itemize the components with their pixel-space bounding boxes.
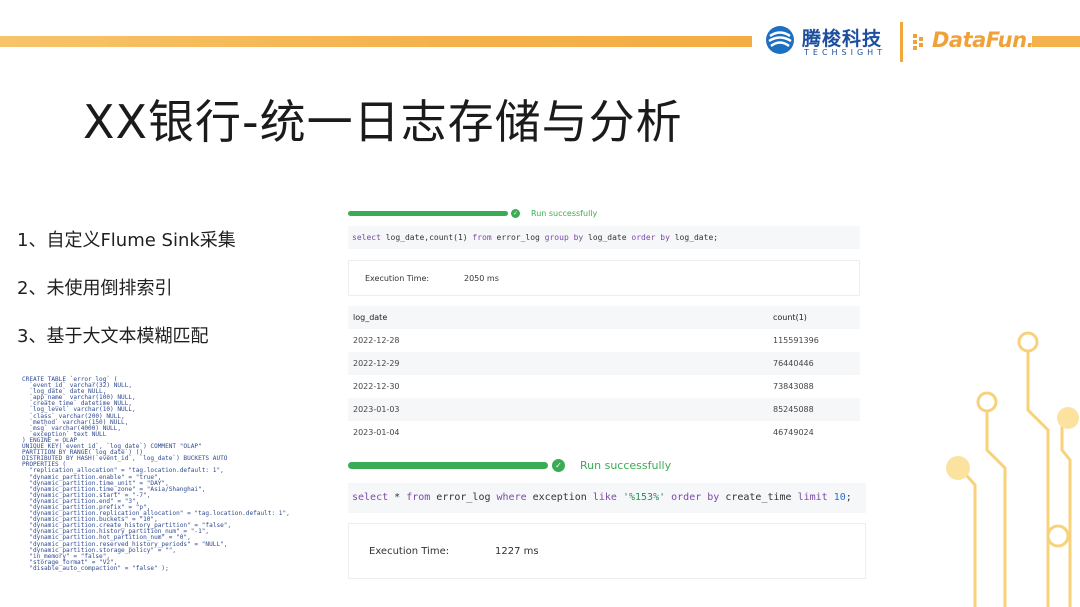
cell-count: 46749024 <box>773 428 814 437</box>
table-row: 2023-01-03 85245088 <box>348 398 860 421</box>
sql-keyword: order by <box>631 233 670 242</box>
bullet-list: 1、自定义Flume Sink采集 2、未使用倒排索引 3、基于大文本模糊匹配 <box>17 226 236 370</box>
sql-text: log_date <box>583 233 632 242</box>
bullet-item: 3、基于大文本模糊匹配 <box>17 326 209 347</box>
sql-keyword: select <box>352 492 389 503</box>
sql-keyword: select <box>352 233 381 242</box>
header-accent-bar <box>0 36 752 47</box>
ddl-code-block: CREATE TABLE `error_log` ( `event_id` va… <box>22 376 322 572</box>
query1-result-table: log_date count(1) 2022-12-28 115591396 2… <box>348 306 860 444</box>
table-row: 2022-12-29 76440446 <box>348 352 860 375</box>
table-header-row: log_date count(1) <box>348 306 860 329</box>
query2-sql-editor[interactable]: select * from error_log where exception … <box>348 483 866 513</box>
table-row: 2022-12-28 115591396 <box>348 329 860 352</box>
cell-count: 85245088 <box>773 405 814 414</box>
cell-log-date: 2022-12-28 <box>353 336 400 345</box>
circuit-decoration <box>946 331 1079 607</box>
execution-time-label: Execution Time: <box>369 546 450 557</box>
sql-text: ; <box>845 492 852 503</box>
techsight-logo: 腾梭科技 TECHSIGHT <box>765 22 895 62</box>
sql-text: exception <box>526 492 593 503</box>
table-row: 2023-01-04 46749024 <box>348 421 860 444</box>
query1-status: Run successfully <box>531 209 598 218</box>
datafun-logo-text: DataFun. <box>932 28 1035 52</box>
query1-sql-editor[interactable]: select log_date,count(1) from error_log … <box>348 226 860 249</box>
cell-log-date: 2023-01-04 <box>353 428 400 437</box>
cell-count: 76440446 <box>773 359 814 368</box>
query1-execution-panel: Execution Time: 2050 ms <box>348 260 860 296</box>
table-row: 2022-12-30 73843088 <box>348 375 860 398</box>
query2-execution-panel: Execution Time: 1227 ms <box>348 523 866 579</box>
bullet-item: 2、未使用倒排索引 <box>17 278 173 299</box>
sql-text: * <box>388 492 407 503</box>
sql-keyword: where <box>496 492 527 503</box>
page-title: XX银行-统一日志存储与分析 <box>83 95 683 149</box>
sql-keyword: like <box>592 492 617 503</box>
bullet-item: 1、自定义Flume Sink采集 <box>17 230 236 251</box>
sql-keyword: group by <box>544 233 584 242</box>
column-header-count[interactable]: count(1) <box>773 313 807 322</box>
query2-progress-bar <box>348 462 548 469</box>
query2-status: Run successfully <box>580 459 672 472</box>
sql-keyword: limit <box>797 492 828 503</box>
query2-success-icon: ✓ <box>552 459 565 472</box>
techsight-logo-en: TECHSIGHT <box>804 48 887 57</box>
sql-text: log_date; <box>669 233 719 242</box>
execution-time-value: 1227 ms <box>495 546 539 557</box>
techsight-logo-icon <box>766 26 794 54</box>
sql-text: log_date,count(1) <box>380 233 473 242</box>
cell-log-date: 2023-01-03 <box>353 405 400 414</box>
column-header-log-date[interactable]: log_date <box>353 313 387 322</box>
sql-text: error_log <box>430 492 497 503</box>
header-accent-bar-right <box>1032 36 1080 47</box>
sql-text: create_time <box>719 492 798 503</box>
logo-divider <box>900 22 903 62</box>
cell-count: 115591396 <box>773 336 819 345</box>
sql-keyword: order by <box>671 492 720 503</box>
sql-string: '%153%' <box>616 492 672 503</box>
execution-time-value: 2050 ms <box>464 274 499 283</box>
cell-count: 73843088 <box>773 382 814 391</box>
query1-success-icon: ✓ <box>511 209 520 218</box>
sql-text: error_log <box>491 233 545 242</box>
query1-progress-bar <box>348 211 508 216</box>
cell-log-date: 2022-12-30 <box>353 382 400 391</box>
ddl-line: "disable_auto_compaction" = "false" ); <box>22 564 169 572</box>
sql-keyword: from <box>472 233 492 242</box>
sql-number: 10 <box>827 492 846 503</box>
sql-keyword: from <box>406 492 431 503</box>
cell-log-date: 2022-12-29 <box>353 359 400 368</box>
execution-time-label: Execution Time: <box>365 274 430 283</box>
techsight-logo-cn: 腾梭科技 <box>802 28 883 50</box>
datafun-logo: DataFun. <box>912 26 1037 60</box>
